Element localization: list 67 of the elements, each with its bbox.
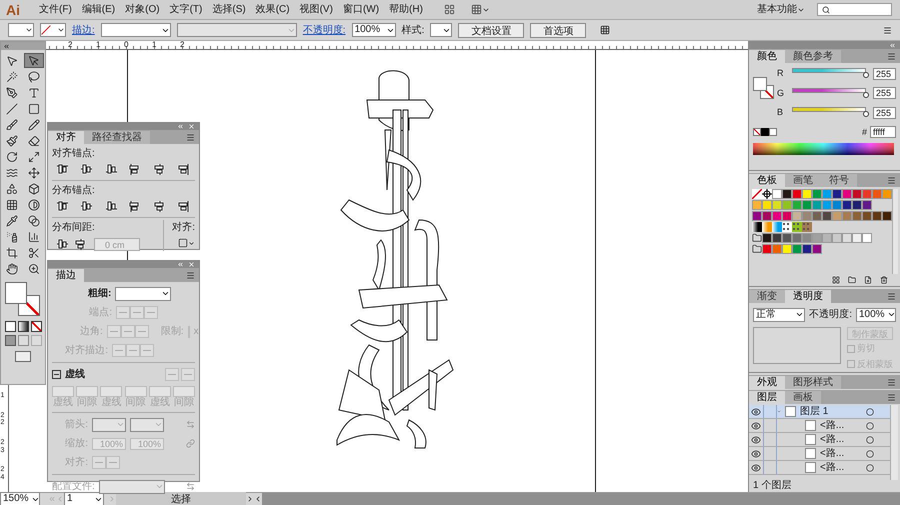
channel-label: G <box>777 86 785 100</box>
layer-name: <路... <box>820 433 846 447</box>
app-logo: Ai <box>5 2 21 16</box>
layer-name: 图层 1 <box>800 405 830 419</box>
channel-label: R <box>777 67 784 80</box>
layer-row[interactable]: <路... <box>749 433 890 447</box>
align-to-label: 对齐: <box>172 220 195 235</box>
section-title: 虚线 <box>65 368 85 382</box>
panel-tab[interactable]: 外观 <box>749 376 785 389</box>
channel-value-field[interactable]: 255 <box>873 87 896 100</box>
menu-item[interactable]: 选择(S) <box>207 2 251 17</box>
layer-row[interactable]: <路... <box>749 419 890 433</box>
layer-name: <路... <box>820 419 846 433</box>
channel-label: B <box>777 106 784 119</box>
panel-tab[interactable]: 图形样式 <box>785 376 841 389</box>
menu-item[interactable]: 文字(T) <box>164 2 208 17</box>
panel-tab[interactable]: 路径查找器 <box>84 131 150 144</box>
menu-item[interactable]: 帮助(H) <box>384 2 428 17</box>
menu-item[interactable]: 对象(O) <box>120 2 165 17</box>
menu-item[interactable]: 效果(C) <box>250 2 295 17</box>
panel-tab[interactable]: 符号 <box>821 174 857 187</box>
ruler-label: 1 <box>152 41 158 49</box>
section-title: 分布间距: <box>52 221 96 235</box>
blend-mode-dropdown[interactable]: 正常 <box>753 308 806 322</box>
menu-item[interactable]: 编辑(E) <box>76 2 120 17</box>
field-label: 粗细: <box>88 286 112 301</box>
opacity-dropdown[interactable]: 100% <box>352 23 396 37</box>
layer-row[interactable]: <路... <box>749 447 890 461</box>
section-title: 分布锚点: <box>52 184 96 198</box>
panel-tab[interactable]: 色板 <box>749 174 785 187</box>
panel-tab[interactable]: 颜色参考 <box>785 50 841 63</box>
style-label: 样式: <box>402 24 424 38</box>
opacity-dropdown[interactable]: 100% <box>856 308 896 322</box>
toolbar-button[interactable]: 首选项 <box>530 22 586 38</box>
layer-row[interactable]: 图层 1 <box>749 405 890 419</box>
ruler-label: 2 <box>180 41 186 49</box>
channel-value-field[interactable]: 255 <box>873 106 896 119</box>
panel-tab[interactable]: 描边 <box>48 269 84 282</box>
layer-row[interactable]: <路... <box>749 461 890 475</box>
panel-tab[interactable]: 画笔 <box>785 174 821 187</box>
ruler-label: 2 <box>68 41 74 49</box>
workspace-switcher[interactable]: 基本功能 <box>757 2 805 17</box>
panel-tab[interactable]: 对齐 <box>48 131 84 144</box>
panel-tab[interactable]: 颜色 <box>749 50 785 63</box>
opacity-label: 不透明度: <box>809 308 852 322</box>
hex-field[interactable]: fffff <box>870 126 896 138</box>
menu-item[interactable]: 视图(V) <box>294 2 338 17</box>
menu-item[interactable]: 窗口(W) <box>338 2 384 17</box>
opacity-link[interactable]: 不透明度: <box>302 22 346 38</box>
layer-count: 1 个图层 <box>752 480 792 492</box>
ruler-label: 0 <box>124 41 130 49</box>
panel-tab[interactable]: 渐变 <box>749 290 785 303</box>
panel-tab[interactable]: 透明度 <box>785 290 831 303</box>
field-label: 配置文件: <box>52 480 95 494</box>
ruler-label: 1 <box>96 41 102 49</box>
channel-value-field[interactable]: 255 <box>873 68 896 80</box>
stroke-link[interactable]: 描边: <box>72 22 95 38</box>
zoom-dropdown[interactable]: 150% <box>0 492 40 505</box>
panel-tab[interactable]: 画板 <box>785 391 821 404</box>
layer-name: <路... <box>820 447 846 461</box>
hex-label: # <box>862 126 867 138</box>
layer-name: <路... <box>820 461 846 475</box>
toolbar-button[interactable]: 文档设置 <box>458 22 524 38</box>
artboard-dropdown[interactable]: 1 <box>64 492 104 505</box>
section-title: 对齐锚点: <box>52 146 96 161</box>
panel-tab[interactable]: 图层 <box>749 391 785 404</box>
menu-item[interactable]: 文件(F) <box>34 2 77 17</box>
